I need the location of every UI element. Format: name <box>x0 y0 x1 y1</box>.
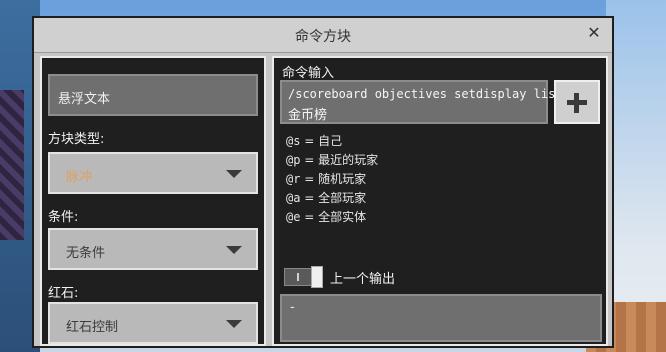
close-icon[interactable]: ✕ <box>586 25 602 41</box>
settings-panel: 悬浮文本 方块类型: 脉冲 条件: 无条件 红石: 红石控制 <box>40 56 266 346</box>
previous-output-label: 上一个输出 <box>330 272 396 287</box>
previous-output-value: - <box>290 300 295 315</box>
caret-down-icon <box>226 320 242 328</box>
condition-value: 无条件 <box>66 246 106 261</box>
game-background-right <box>606 0 666 352</box>
block-type-label: 方块类型: <box>48 132 105 147</box>
condition-label: 条件: <box>48 210 79 225</box>
redstone-dropdown[interactable]: 红石控制 <box>48 302 258 344</box>
toggle-knob <box>311 266 323 288</box>
selector-item: @p = 最近的玩家 <box>286 153 379 167</box>
hover-text-placeholder: 悬浮文本 <box>58 92 111 107</box>
selector-help-list: @s = 自己 @p = 最近的玩家 @r = 随机玩家 @a = 全部玩家 @… <box>286 132 378 227</box>
block-type-dropdown[interactable]: 脉冲 <box>48 152 258 194</box>
selector-item: @s = 自己 <box>286 134 343 148</box>
background-block <box>0 90 24 240</box>
caret-down-icon <box>226 246 242 254</box>
command-text-line2: 金币榜 <box>288 108 328 123</box>
condition-dropdown[interactable]: 无条件 <box>48 228 258 270</box>
command-panel: 命令输入 /scoreboard objectives setdisplay l… <box>272 56 608 346</box>
block-type-value: 脉冲 <box>66 170 93 185</box>
redstone-value: 红石控制 <box>66 320 119 335</box>
dialog-title: 命令方块 <box>295 29 351 45</box>
hover-text-input[interactable]: 悬浮文本 <box>48 74 258 116</box>
command-text-line1: /scoreboard objectives setdisplay list <box>288 87 563 101</box>
redstone-label: 红石: <box>48 286 79 301</box>
caret-down-icon <box>226 170 242 178</box>
previous-output-field: - <box>280 294 602 342</box>
selector-item: @a = 全部玩家 <box>286 191 367 205</box>
command-input[interactable]: /scoreboard objectives setdisplay list 金… <box>280 80 563 124</box>
title-bar: 命令方块 ✕ <box>34 18 612 53</box>
toggle-mark <box>297 273 299 281</box>
command-input-label: 命令输入 <box>282 66 335 81</box>
command-block-dialog: 命令方块 ✕ 悬浮文本 方块类型: 脉冲 条件: 无条件 红石: 红石控制 命令… <box>32 16 614 348</box>
selector-item: @e = 全部实体 <box>286 210 367 224</box>
previous-output-toggle[interactable] <box>284 266 323 288</box>
selector-item: @r = 随机玩家 <box>286 172 367 186</box>
add-button[interactable] <box>554 80 600 124</box>
